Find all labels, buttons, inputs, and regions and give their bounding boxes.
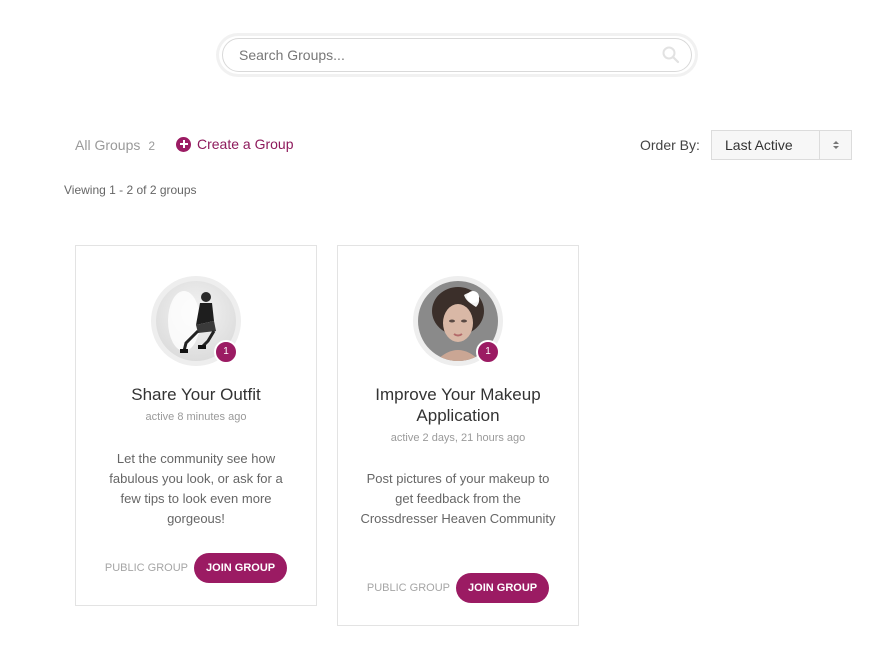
all-groups-label: All Groups xyxy=(75,137,141,153)
group-last-active: active 8 minutes ago xyxy=(145,411,247,423)
order-by-select[interactable]: Last Active xyxy=(711,130,852,160)
pagination-count: Viewing 1 - 2 of 2 groups xyxy=(64,183,197,197)
member-count-badge: 1 xyxy=(476,340,500,364)
search-icon[interactable] xyxy=(661,45,681,65)
group-type-label: PUBLIC GROUP xyxy=(104,562,189,574)
create-group-label: Create a Group xyxy=(197,136,294,152)
plus-circle-icon xyxy=(176,136,191,152)
groups-directory-page: All Groups 2 Create a Group Order By: Las… xyxy=(0,0,888,663)
group-card: 1 Share Your Outfit active 8 minutes ago… xyxy=(75,245,317,606)
group-card-footer: PUBLIC GROUP JOIN GROUP xyxy=(338,573,578,603)
search-input[interactable] xyxy=(222,38,692,72)
order-by-label: Order By: xyxy=(640,137,700,153)
all-groups-count: 2 xyxy=(148,139,156,153)
order-by-selected-value: Last Active xyxy=(725,137,793,153)
group-card-footer: PUBLIC GROUP JOIN GROUP xyxy=(76,553,316,583)
group-description: Let the community see how fabulous you l… xyxy=(109,451,283,526)
group-avatar-link[interactable]: 1 xyxy=(413,276,503,366)
member-count-badge: 1 xyxy=(214,340,238,364)
group-last-active: active 2 days, 21 hours ago xyxy=(390,432,526,444)
group-card: 1 Improve Your Makeup Application active… xyxy=(337,245,579,626)
group-title-link[interactable]: Share Your Outfit xyxy=(86,384,306,405)
group-avatar-link[interactable]: 1 xyxy=(151,276,241,366)
group-title-link[interactable]: Improve Your Makeup Application xyxy=(348,384,568,426)
join-group-button[interactable]: JOIN GROUP xyxy=(456,573,550,603)
select-arrows-icon xyxy=(819,131,851,159)
group-description: Post pictures of your makeup to get feed… xyxy=(360,471,556,526)
group-type-label: PUBLIC GROUP xyxy=(366,582,451,594)
create-group-link[interactable]: Create a Group xyxy=(176,136,294,152)
join-group-button[interactable]: JOIN GROUP xyxy=(194,553,288,583)
all-groups-tab[interactable]: All Groups 2 xyxy=(75,137,155,153)
